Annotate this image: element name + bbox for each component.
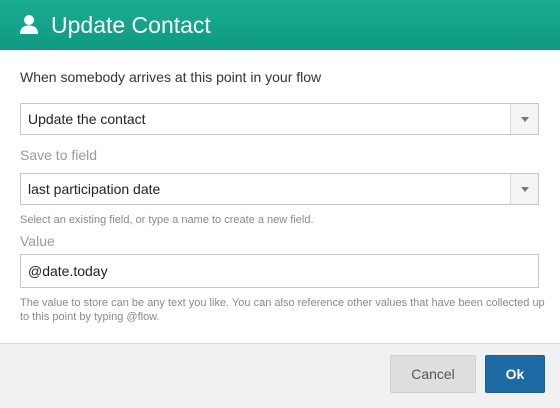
cancel-button[interactable]: Cancel [390,355,476,393]
update-contact-dialog: Update Contact When somebody arrives at … [0,0,560,408]
save-to-field-label: Save to field [20,147,98,163]
value-label: Value [20,233,55,249]
dialog-title: Update Contact [51,12,211,38]
dialog-footer: Cancel Ok [0,343,560,408]
value-input[interactable] [20,254,539,288]
field-select-toggle[interactable] [510,174,538,204]
field-select[interactable]: last participation date [20,173,539,205]
dialog-header: Update Contact [0,0,560,50]
ok-button[interactable]: Ok [485,355,545,393]
field-select-value: last participation date [28,181,161,197]
chevron-down-icon [521,117,529,122]
action-select[interactable]: Update the contact [20,103,539,135]
value-help-text: The value to store can be any text you l… [20,297,545,323]
field-help-text: Select an existing field, or type a name… [20,214,314,226]
action-prompt: When somebody arrives at this point in y… [20,69,322,85]
action-select-value: Update the contact [28,111,146,127]
action-select-toggle[interactable] [510,104,538,134]
chevron-down-icon [521,187,529,192]
user-icon [18,13,40,35]
